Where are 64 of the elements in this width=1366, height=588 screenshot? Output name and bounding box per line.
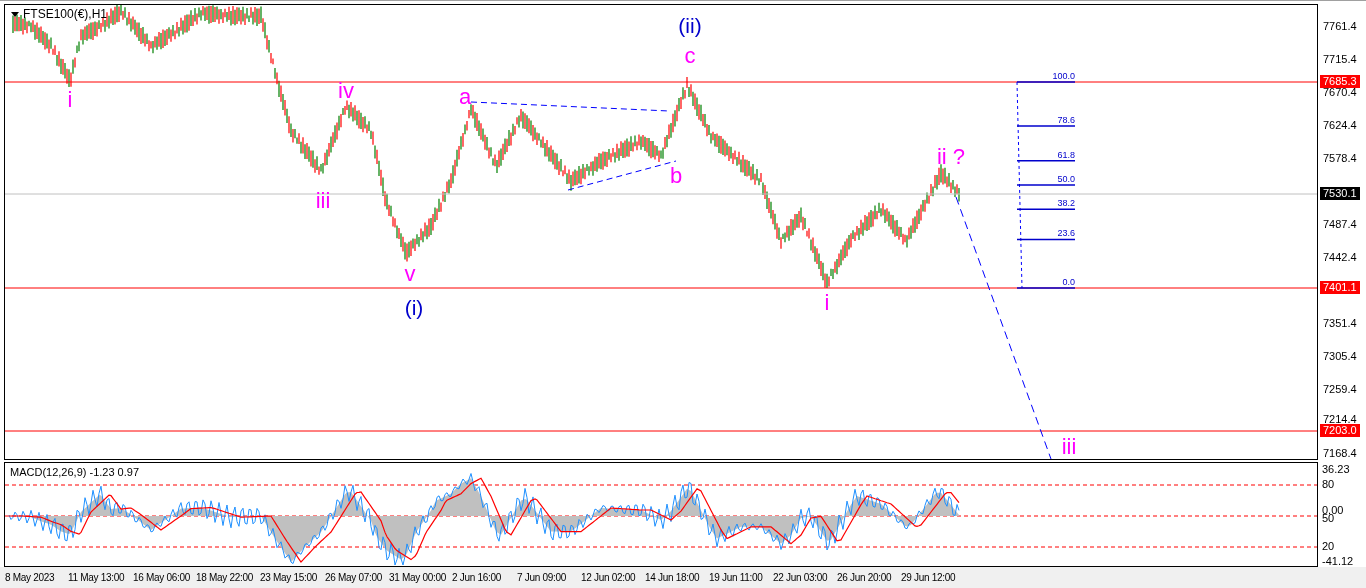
- wave-label: iv: [338, 79, 354, 103]
- macd-tick-label: 36.23: [1322, 463, 1350, 475]
- dropdown-icon[interactable]: [11, 11, 19, 17]
- macd-tick-label: 80: [1322, 478, 1335, 490]
- time-tick-label: 14 Jun 18:00: [645, 572, 700, 584]
- wave-label: iii: [315, 189, 331, 213]
- fibonacci-level-label: 38.2: [1056, 198, 1075, 209]
- price-tick-label: 7670.4: [1323, 86, 1357, 98]
- price-tick-label: 7442.4: [1323, 251, 1357, 263]
- time-tick-label: 16 May 06:00: [133, 572, 190, 584]
- fibonacci-level-line: [1016, 238, 1076, 241]
- time-tick-label: 11 May 13:00: [68, 572, 125, 584]
- time-tick-label: 12 Jun 02:00: [581, 572, 636, 584]
- fibonacci-level-line: [1016, 81, 1076, 83]
- fibonacci-level-line: [1016, 184, 1076, 186]
- price-tag: 7401.1: [1320, 281, 1360, 294]
- price-tag: 7530.1: [1320, 187, 1360, 200]
- time-tick-label: 22 Jun 03:00: [773, 572, 828, 584]
- fibonacci-level-label: 50.0: [1056, 174, 1075, 184]
- time-tick-label: 29 Jun 12:00: [901, 572, 956, 584]
- wave-label: iii: [1061, 435, 1077, 459]
- fibonacci-level-line: [1016, 208, 1076, 211]
- time-tick-label: 8 May 2023: [5, 572, 55, 584]
- price-tick-label: 7259.4: [1323, 383, 1357, 395]
- wave-label: v: [404, 262, 416, 286]
- time-tick-label: 23 May 15:00: [260, 572, 317, 584]
- price-tick-label: 7351.4: [1323, 317, 1357, 329]
- price-tag: 7203.0: [1320, 424, 1360, 437]
- price-tick-label: 7624.4: [1323, 119, 1357, 131]
- fibonacci-level-line: [1016, 287, 1076, 289]
- price-tick-label: 7761.4: [1323, 20, 1357, 32]
- macd-tick-label: 20: [1322, 540, 1335, 552]
- price-tag: 7685.3: [1320, 75, 1360, 88]
- fibonacci-level-label: 78.6: [1056, 115, 1075, 126]
- macd-title: MACD(12,26,9) -1.23 0.97: [10, 466, 139, 478]
- price-tick-label: 7214.4: [1323, 413, 1357, 425]
- time-tick-label: 31 May 00:00: [389, 572, 446, 584]
- wave-label: c: [684, 44, 696, 68]
- time-tick-label: 7 Jun 09:00: [517, 572, 566, 584]
- wave-label: (i): [404, 296, 424, 320]
- time-tick-label: 26 May 07:00: [325, 572, 382, 584]
- wave-label: ii ?: [936, 145, 966, 169]
- wave-label: a: [458, 85, 472, 109]
- fibonacci-level-label: 23.6: [1056, 228, 1075, 239]
- time-tick-label: 19 Jun 11:00: [709, 572, 763, 584]
- price-tick-label: 7578.4: [1323, 152, 1357, 164]
- price-tick-label: 7168.4: [1323, 447, 1357, 459]
- macd-tick-label: -41.12: [1322, 555, 1354, 567]
- wave-label: i: [67, 88, 73, 112]
- chart-title: FTSE100(€),H1: [23, 7, 108, 21]
- fibonacci-level-label: 61.8: [1056, 149, 1075, 160]
- time-tick-label: 26 Jun 20:00: [837, 572, 892, 584]
- fibonacci-level-line: [1016, 159, 1076, 162]
- wave-label: b: [669, 164, 683, 188]
- time-tick-label: 18 May 22:00: [196, 572, 253, 584]
- price-tick-label: 7305.4: [1323, 350, 1357, 362]
- fibonacci-level-label: 100.0: [1051, 71, 1075, 81]
- time-tick-label: 2 Jun 16:00: [452, 572, 501, 584]
- fibonacci-level-label: 0.0: [1061, 277, 1075, 287]
- price-tick-label: 7487.4: [1323, 218, 1357, 230]
- wave-label: i: [824, 291, 830, 315]
- price-tick-label: 7715.4: [1323, 53, 1357, 65]
- fibonacci-level-line: [1016, 125, 1076, 127]
- wave-label: (ii): [678, 14, 702, 38]
